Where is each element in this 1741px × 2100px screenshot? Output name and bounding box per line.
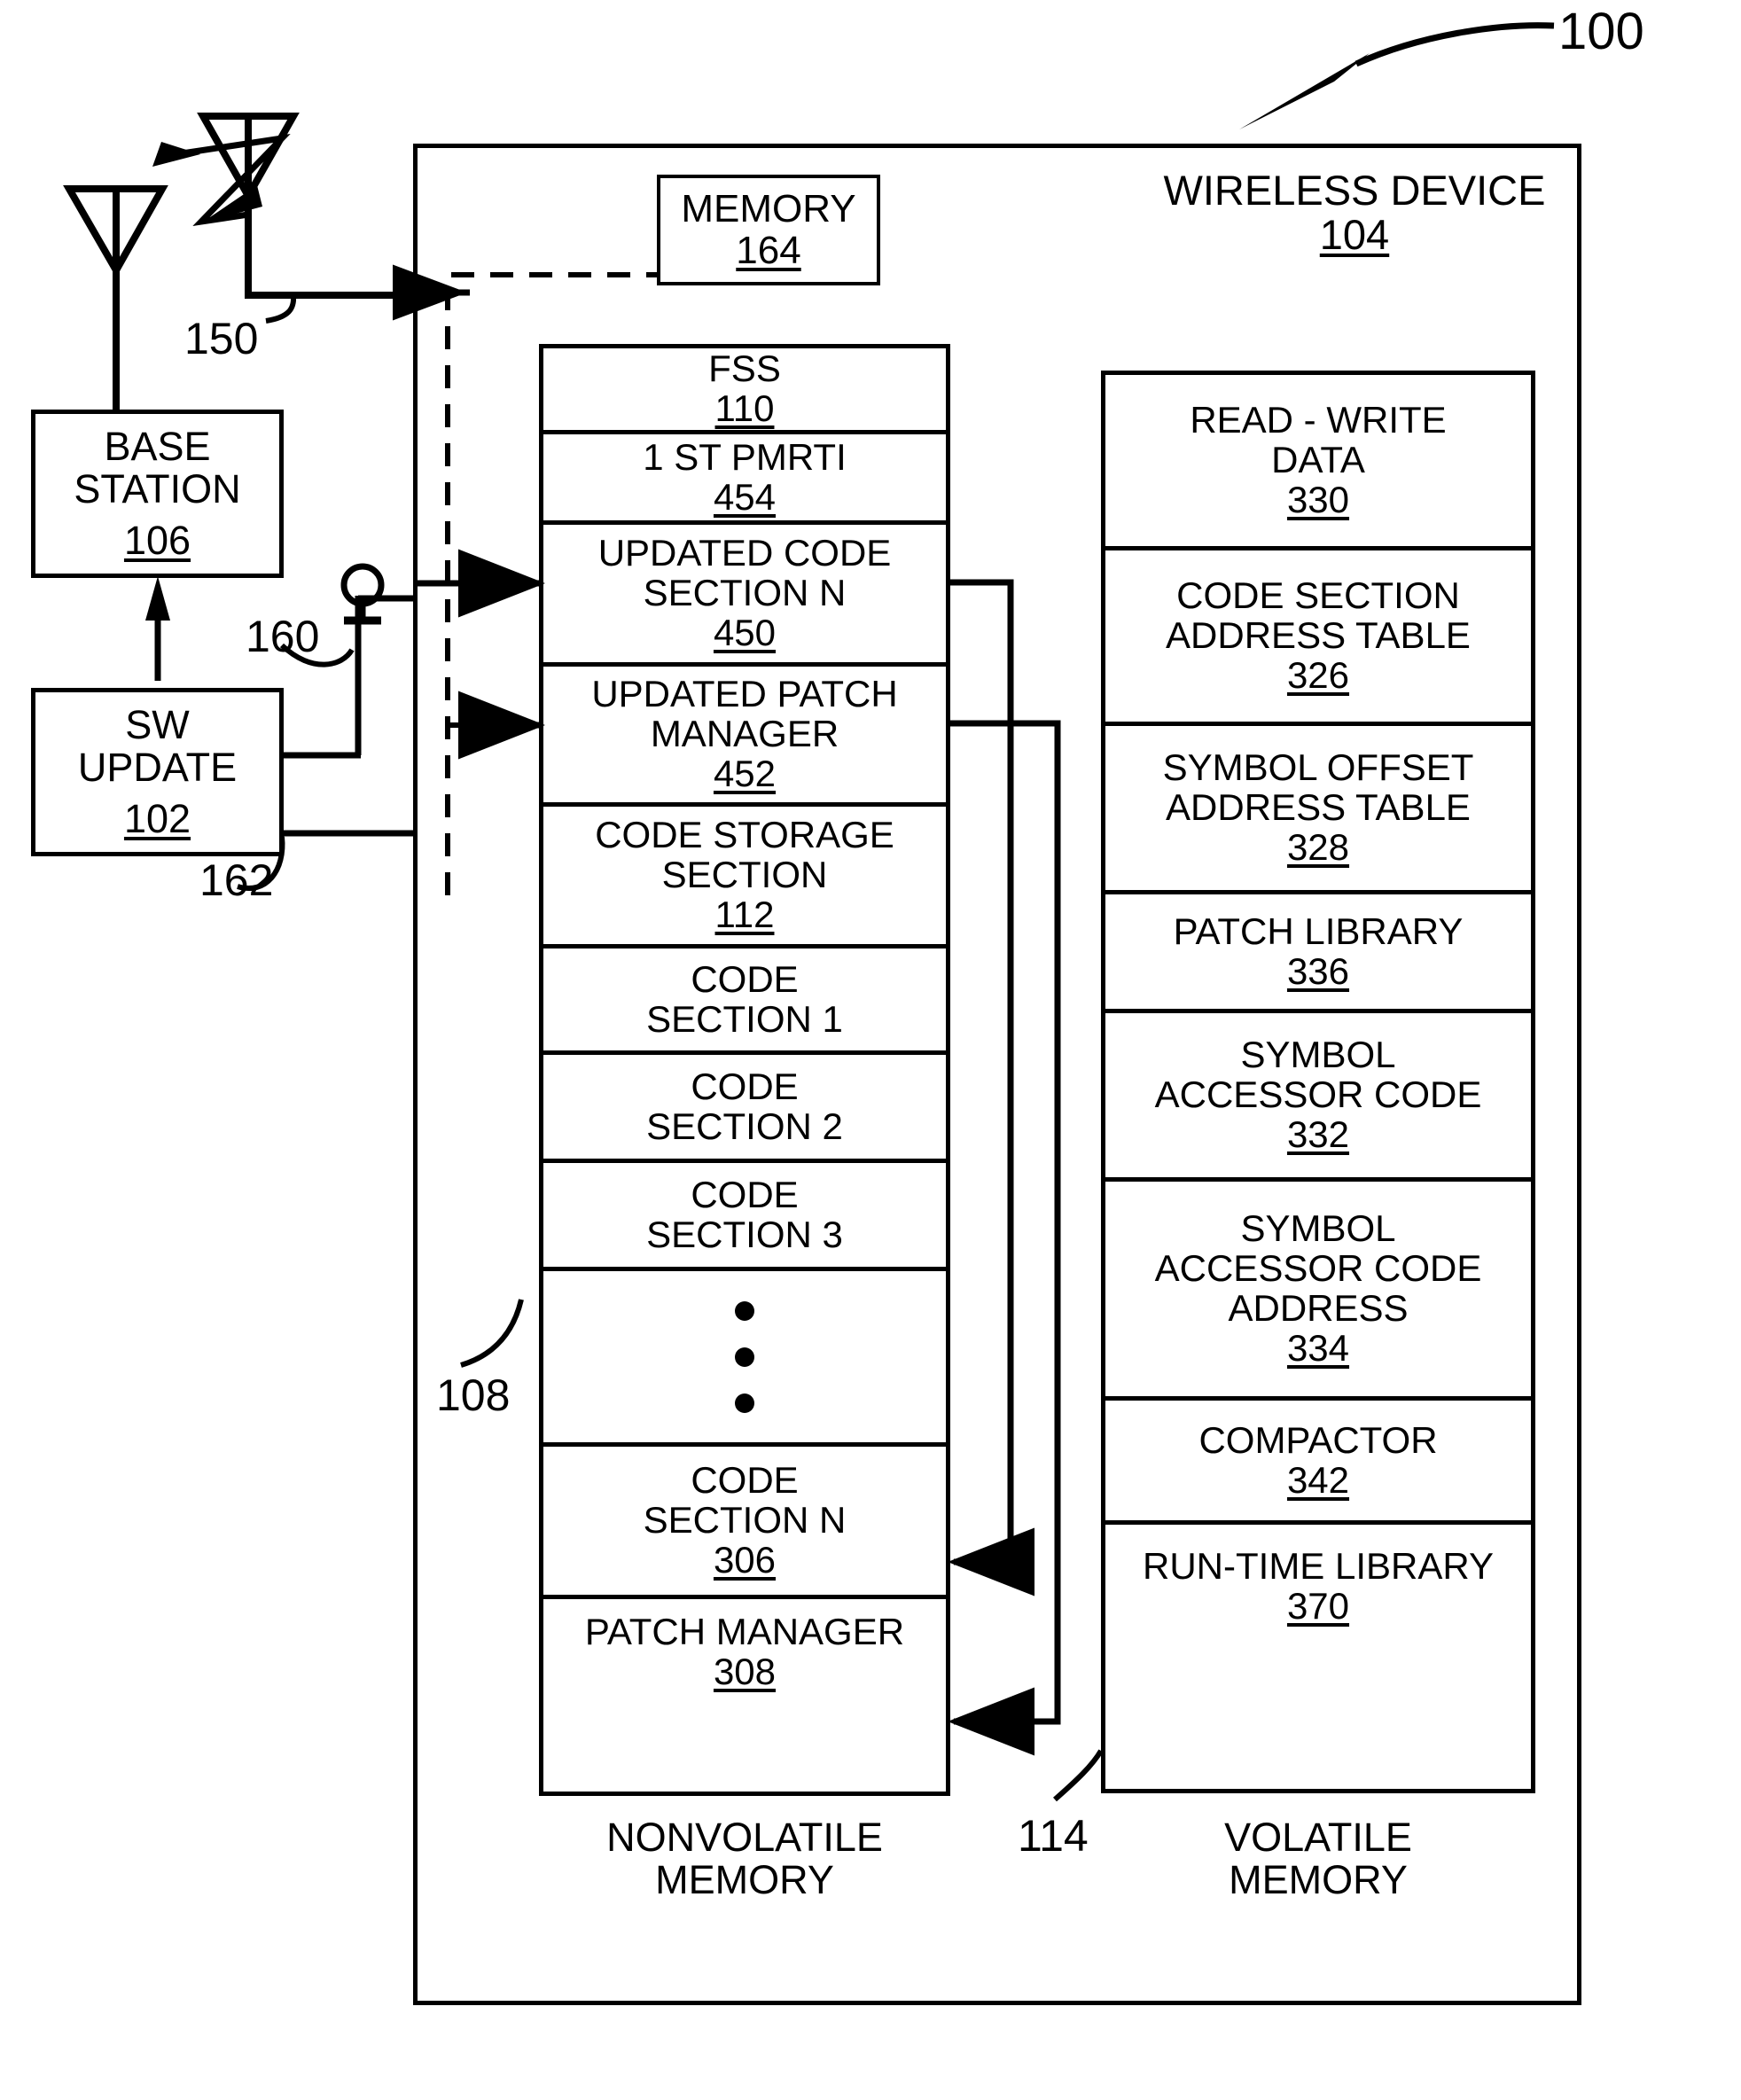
- nv-cell-0-line-0: FSS: [708, 347, 781, 390]
- v-cell-7-ref: 370: [1286, 1585, 1350, 1627]
- wire-ref-162: 162: [199, 855, 274, 905]
- nv-cell-0-ref: 110: [714, 387, 775, 429]
- v-cell-2-line-0: SYMBOL OFFSET: [1162, 746, 1474, 789]
- v-cell-7-line-0: RUN-TIME LIBRARY: [1143, 1545, 1494, 1588]
- wireless-device-antenna-icon: [197, 113, 417, 299]
- v-cell-3: PATCH LIBRARY 336: [1105, 894, 1531, 1013]
- nv-cell-4-ref: 112: [714, 893, 775, 935]
- wireless-device-title: WIRELESS DEVICE: [1163, 167, 1546, 215]
- nv-cell-7: CODE SECTION 3: [543, 1163, 946, 1271]
- nv-cell-10-line-0: PATCH MANAGER: [584, 1611, 905, 1653]
- v-cell-0-ref: 330: [1286, 478, 1350, 520]
- nv-cell-4-line-1: SECTION: [661, 854, 828, 896]
- ground-connector-icon: [340, 563, 385, 625]
- nv-cell-6-line-1: SECTION 2: [646, 1105, 843, 1147]
- figure-ref-100: 100: [1558, 3, 1644, 60]
- volatile-memory-footer: VOLATILE MEMORY: [1101, 1810, 1535, 1908]
- v-cell-4-ref: 332: [1286, 1112, 1350, 1155]
- wireless-device-ref: 104: [1319, 211, 1390, 258]
- v-cell-2-ref: 328: [1286, 825, 1350, 868]
- memory-164-ref: 164: [736, 228, 801, 272]
- v-cell-6-ref: 342: [1286, 1458, 1350, 1501]
- nonvolatile-memory-footer: NONVOLATILE MEMORY: [539, 1810, 950, 1908]
- nv-cell-10-ref: 308: [713, 1651, 777, 1692]
- patent-figure: 100 BASE STATION 106 SW UPDATE 102 150 1…: [0, 0, 1741, 2100]
- memory-164-label: MEMORY 164: [657, 175, 880, 285]
- v-cell-5-line-2: ADDRESS: [1228, 1287, 1409, 1329]
- v-cell-6: COMPACTOR 342: [1105, 1401, 1531, 1525]
- nv-cell-6: CODE SECTION 2: [543, 1055, 946, 1163]
- v-cell-1-line-0: CODE SECTION: [1176, 574, 1460, 617]
- volatile-memory-stack: READ - WRITE DATA 330 CODE SECTION ADDRE…: [1101, 371, 1535, 1793]
- nv-cell-1-ref: 454: [713, 475, 777, 518]
- v-cell-0: READ - WRITE DATA 330: [1105, 375, 1531, 550]
- nv-cell-8-ellipsis: [543, 1271, 946, 1447]
- nv-cell-5: CODE SECTION 1: [543, 949, 946, 1055]
- nv-cell-10: PATCH MANAGER 308: [543, 1599, 946, 1706]
- nonvolatile-callout-108: 108: [436, 1370, 511, 1420]
- nv-cell-5-line-0: CODE: [691, 957, 799, 1000]
- volatile-callout-114: 114: [1018, 1811, 1089, 1861]
- nv-cell-3: UPDATED PATCH MANAGER 452: [543, 667, 946, 807]
- sw-update-label: SW UPDATE 102: [31, 688, 284, 856]
- v-cell-1-ref: 326: [1286, 653, 1350, 696]
- nv-cell-0: FSS 110: [543, 348, 946, 434]
- v-cell-6-line-0: COMPACTOR: [1198, 1418, 1438, 1461]
- v-cell-3-line-0: PATCH LIBRARY: [1173, 909, 1464, 952]
- base-station-title-line1: BASE: [104, 424, 211, 470]
- nv-cell-7-line-1: SECTION 3: [646, 1213, 843, 1255]
- vertical-ellipsis-icon: [735, 1300, 754, 1413]
- v-cell-0-line-1: DATA: [1271, 439, 1365, 481]
- nv-cell-5-line-1: SECTION 1: [646, 997, 843, 1040]
- v-cell-4: SYMBOL ACCESSOR CODE 332: [1105, 1013, 1531, 1182]
- nv-cell-4-line-0: CODE STORAGE: [595, 814, 894, 856]
- volatile-footer-line2: MEMORY: [1229, 1857, 1408, 1902]
- nv-cell-9-line-1: SECTION N: [643, 1499, 847, 1542]
- nv-cell-9-line-0: CODE: [691, 1459, 799, 1502]
- base-station-antenna-icon: [63, 185, 168, 411]
- v-cell-1-line-1: ADDRESS TABLE: [1166, 614, 1471, 657]
- nv-cell-2: UPDATED CODE SECTION N 450: [543, 525, 946, 667]
- memory-164-title: MEMORY: [681, 186, 856, 230]
- nv-cell-3-line-1: MANAGER: [650, 713, 839, 755]
- volatile-footer-line1: VOLATILE: [1224, 1815, 1412, 1861]
- nv-cell-1: 1 ST PMRTI 454: [543, 434, 946, 525]
- signal-ref-150: 150: [184, 314, 259, 363]
- base-station-title-line2: STATION: [74, 466, 241, 512]
- nv-cell-2-line-1: SECTION N: [643, 572, 847, 614]
- sw-update-ref: 102: [123, 795, 191, 841]
- nv-cell-1-line-0: 1 ST PMRTI: [643, 435, 847, 478]
- nv-cell-3-ref: 452: [713, 752, 777, 794]
- nv-cell-4: CODE STORAGE SECTION 112: [543, 807, 946, 949]
- base-station-label: BASE STATION 106: [31, 410, 284, 578]
- v-cell-2: SYMBOL OFFSET ADDRESS TABLE 328: [1105, 726, 1531, 894]
- nv-cell-3-line-0: UPDATED PATCH: [591, 673, 898, 715]
- v-cell-1: CODE SECTION ADDRESS TABLE 326: [1105, 550, 1531, 726]
- v-cell-0-line-0: READ - WRITE: [1190, 399, 1447, 441]
- nonvolatile-footer-line1: NONVOLATILE: [606, 1815, 883, 1861]
- base-station-ref: 106: [123, 517, 191, 563]
- nv-cell-9-ref: 306: [713, 1538, 777, 1581]
- v-cell-5-line-0: SYMBOL: [1240, 1207, 1396, 1250]
- v-cell-5-line-1: ACCESSOR CODE: [1154, 1247, 1482, 1290]
- nv-cell-6-line-0: CODE: [691, 1065, 799, 1107]
- sw-update-title-line2: UPDATE: [77, 745, 238, 791]
- v-cell-3-ref: 336: [1286, 949, 1350, 992]
- nonvolatile-memory-stack: FSS 110 1 ST PMRTI 454 UPDATED CODE SECT…: [539, 344, 950, 1796]
- v-cell-5-ref: 334: [1286, 1326, 1350, 1369]
- v-cell-7: RUN-TIME LIBRARY 370: [1105, 1525, 1531, 1649]
- wire-ref-160: 160: [246, 612, 320, 661]
- wireless-device-title-block: WIRELESS DEVICE 104: [1151, 164, 1558, 262]
- v-cell-4-line-1: ACCESSOR CODE: [1154, 1073, 1482, 1116]
- nv-cell-7-line-0: CODE: [691, 1173, 799, 1215]
- rf-link-icon: [152, 133, 291, 227]
- sw-update-title-line1: SW: [125, 702, 190, 748]
- nonvolatile-footer-line2: MEMORY: [655, 1857, 834, 1902]
- v-cell-2-line-1: ADDRESS TABLE: [1166, 786, 1471, 829]
- nv-cell-2-line-0: UPDATED CODE: [597, 532, 892, 574]
- nv-cell-9: CODE SECTION N 306: [543, 1447, 946, 1599]
- v-cell-5: SYMBOL ACCESSOR CODE ADDRESS 334: [1105, 1182, 1531, 1401]
- nv-cell-2-ref: 450: [713, 611, 777, 653]
- v-cell-4-line-0: SYMBOL: [1240, 1034, 1396, 1076]
